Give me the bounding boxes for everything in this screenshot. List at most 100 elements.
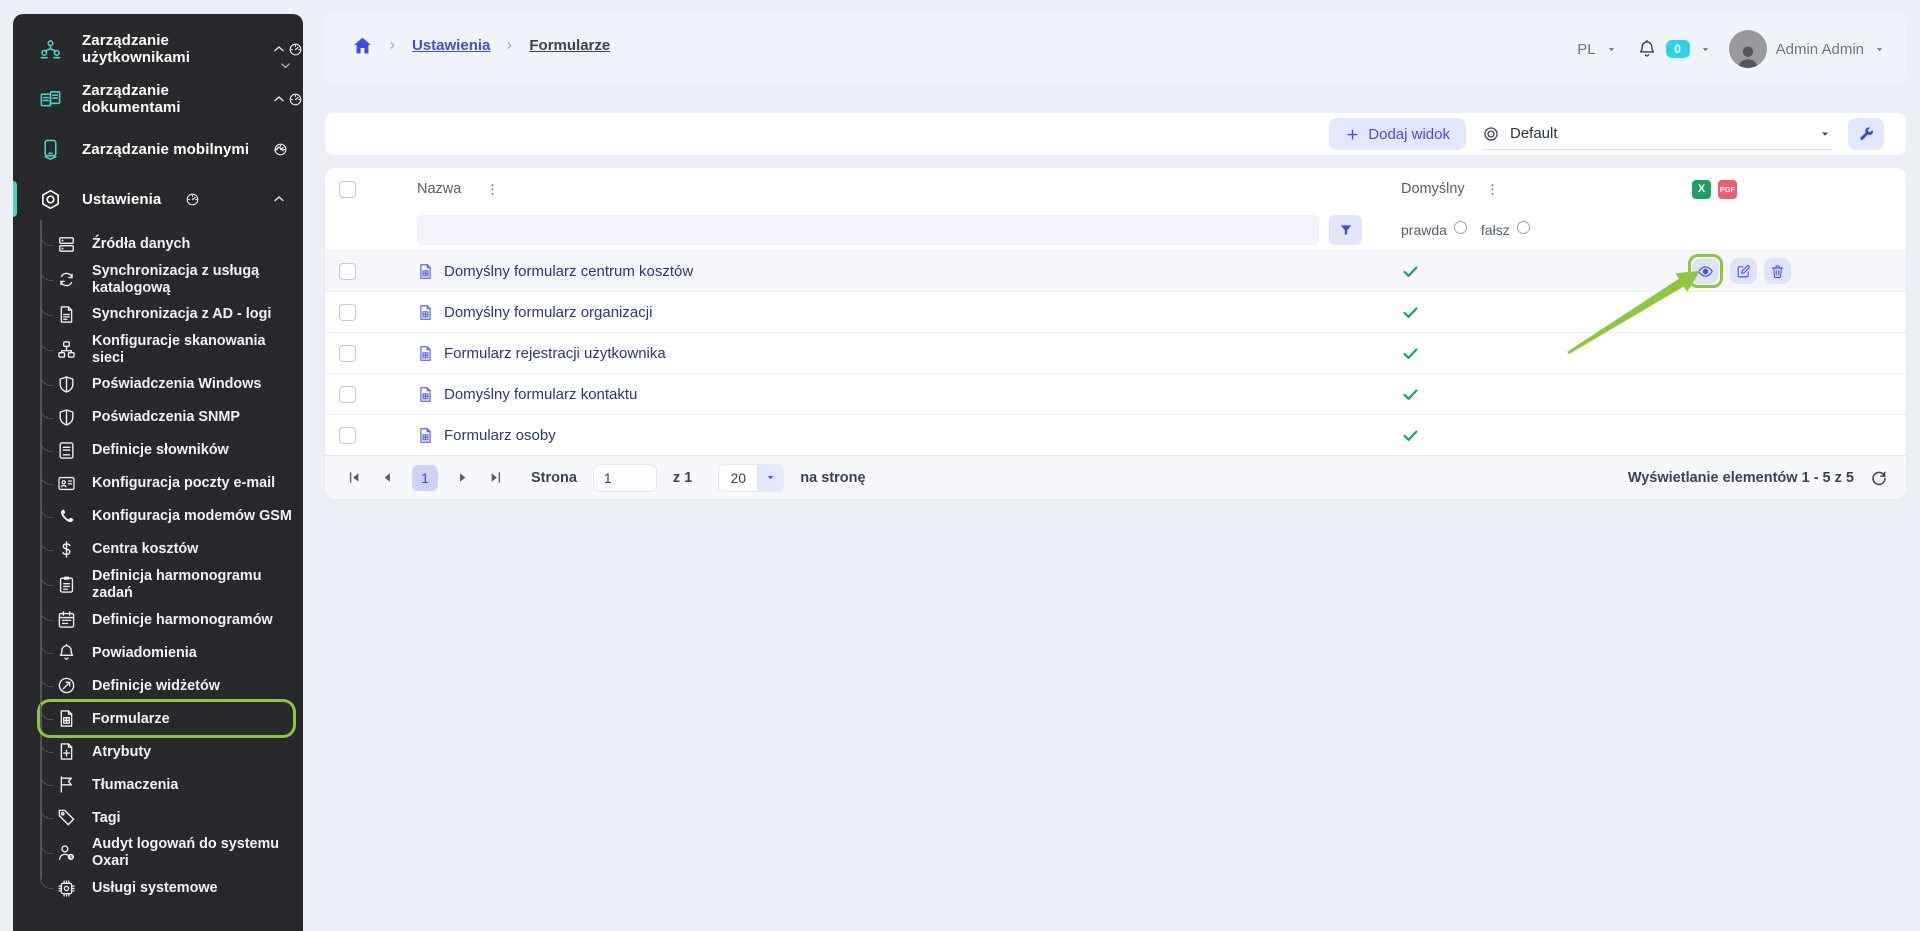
notification-count-badge[interactable]: 0	[1666, 40, 1690, 58]
row-checkbox[interactable]	[339, 304, 356, 321]
check-icon	[1401, 262, 1420, 281]
clipboard-icon	[57, 575, 76, 594]
filter-funnel-button[interactable]	[1329, 215, 1362, 245]
sidebar-item-phone[interactable]: Konfiguracja modemów GSM	[40, 500, 303, 533]
language-caret-icon[interactable]	[1605, 43, 1618, 56]
table-row[interactable]: Formularz rejestracji użytkownika	[325, 332, 1906, 373]
domyslny-column-menu-icon[interactable]	[1485, 182, 1500, 197]
form-name-link[interactable]: Domyślny formularz kontaktu	[444, 386, 637, 403]
breadcrumb-formularze[interactable]: Formularze	[529, 37, 610, 54]
sidebar-item-label: Definicje harmonogramów	[92, 612, 273, 629]
breadcrumb-separator-icon	[504, 40, 515, 51]
first-page-icon[interactable]	[346, 469, 363, 486]
edit-button[interactable]	[1730, 258, 1757, 284]
form-icon	[57, 709, 76, 728]
gauge-icon	[288, 92, 303, 107]
row-checkbox[interactable]	[339, 263, 356, 280]
table-row[interactable]: Formularz osoby	[325, 414, 1906, 455]
sidebar-item-attribute[interactable]: Atrybuty	[40, 735, 303, 768]
view-icon	[1482, 125, 1500, 143]
sidebar-item-doc[interactable]: Synchronizacja z AD - logi	[40, 298, 303, 331]
column-header-domyslny[interactable]: Domyślny	[1401, 181, 1465, 197]
page-size-select[interactable]: 20	[718, 464, 784, 492]
sidebar-item-network[interactable]: Konfiguracje skanowania sieci	[40, 331, 303, 368]
sidebar: Zarządzanie użytkownikami Zarządzanie do…	[13, 14, 303, 931]
form-icon	[417, 386, 434, 403]
grid-settings-button[interactable]	[1848, 118, 1884, 150]
select-all-checkbox[interactable]	[339, 181, 356, 198]
form-icon	[417, 345, 434, 362]
sidebar-item-label: Definicje widżetów	[92, 678, 220, 695]
sidebar-section-label: Zarządzanie dokumentami	[82, 82, 264, 116]
table-row[interactable]: Domyślny formularz organizacji	[325, 291, 1906, 332]
form-name-link[interactable]: Domyślny formularz centrum kosztów	[444, 263, 693, 280]
name-filter-input[interactable]	[417, 215, 1319, 245]
language-selector[interactable]: PL	[1577, 41, 1595, 58]
sidebar-item-contact-card[interactable]: Konfiguracja poczty e-mail	[40, 467, 303, 500]
page-label: Strona	[531, 470, 577, 486]
current-page-button[interactable]: 1	[412, 465, 438, 491]
refresh-icon[interactable]	[1870, 469, 1888, 487]
notifications-bell-icon[interactable]	[1637, 39, 1657, 59]
filter-true-radio[interactable]	[1454, 221, 1467, 234]
delete-button[interactable]	[1764, 258, 1791, 284]
form-name-link[interactable]: Domyślny formularz organizacji	[444, 304, 652, 321]
column-header-nazwa[interactable]: Nazwa	[417, 181, 461, 197]
sidebar-item-form[interactable]: Formularze	[40, 702, 293, 735]
sidebar-item-widget[interactable]: Definicje widżetów	[40, 669, 303, 702]
view-selector[interactable]: Default	[1482, 118, 1832, 150]
form-icon	[417, 304, 434, 321]
sidebar-item-chip[interactable]: Usługi systemowe	[40, 872, 303, 905]
row-checkbox[interactable]	[339, 427, 356, 444]
view-button[interactable]	[1692, 258, 1719, 284]
sidebar-item-shield[interactable]: Poświadczenia SNMP	[40, 401, 303, 434]
previous-page-icon[interactable]	[379, 469, 396, 486]
sidebar-item-label: Powiadomienia	[92, 645, 197, 662]
sidebar-item-database[interactable]: Źródła danych	[40, 228, 303, 261]
chevron-up-icon	[271, 141, 287, 157]
row-checkbox[interactable]	[339, 386, 356, 403]
home-icon[interactable]	[352, 35, 373, 56]
last-page-icon[interactable]	[487, 469, 504, 486]
table-row[interactable]: Domyślny formularz centrum kosztów	[325, 250, 1906, 291]
sidebar-item-calendar[interactable]: Definicje harmonogramów	[40, 603, 303, 636]
sidebar-item-user-audit[interactable]: Audyt logowań do systemu Oxari	[40, 834, 303, 871]
sidebar-item-flag[interactable]: Tłumaczenia	[40, 768, 303, 801]
sidebar-item-label: Konfiguracja modemów GSM	[92, 508, 292, 525]
sidebar-item-clipboard[interactable]: Definicja harmonogramu zadań	[40, 566, 303, 603]
avatar[interactable]	[1729, 30, 1767, 68]
form-name-link[interactable]: Formularz osoby	[444, 427, 556, 444]
users-icon	[39, 38, 62, 61]
filter-false-radio[interactable]	[1517, 221, 1530, 234]
sidebar-item-label: Konfiguracje skanowania sieci	[92, 333, 293, 366]
excel-export-icon[interactable]: X	[1692, 180, 1711, 199]
sidebar-item-sync[interactable]: Synchronizacja z usługą katalogową	[40, 261, 303, 298]
sidebar-section-mobile[interactable]: Zarządzanie mobilnymi	[13, 124, 303, 174]
sidebar-section-documents[interactable]: Zarządzanie dokumentami	[13, 74, 303, 124]
next-page-icon[interactable]	[454, 469, 471, 486]
sidebar-section-settings[interactable]: Ustawienia	[13, 174, 303, 224]
sidebar-item-tag[interactable]: Tagi	[40, 801, 303, 834]
table-filter-row: prawda fałsz	[325, 210, 1906, 250]
page-number-input[interactable]	[593, 464, 657, 492]
filter-true-label: prawda	[1401, 222, 1447, 238]
notifications-caret-icon[interactable]	[1699, 43, 1712, 56]
sidebar-sections: Zarządzanie użytkownikami Zarządzanie do…	[13, 24, 303, 224]
sidebar-section-users[interactable]: Zarządzanie użytkownikami	[13, 24, 303, 74]
sidebar-item-book[interactable]: Definicje słowników	[40, 434, 303, 467]
sidebar-item-shield[interactable]: Poświadczenia Windows	[40, 368, 303, 401]
pdf-export-icon[interactable]: PDF	[1718, 180, 1737, 199]
add-view-button[interactable]: Dodaj widok	[1329, 118, 1466, 150]
table-row[interactable]: Domyślny formularz kontaktu	[325, 373, 1906, 414]
form-name-link[interactable]: Formularz rejestracji użytkownika	[444, 345, 666, 362]
sidebar-item-dollar[interactable]: Centra kosztów	[40, 533, 303, 566]
user-name[interactable]: Admin Admin	[1776, 41, 1864, 58]
sidebar-item-bell[interactable]: Powiadomienia	[40, 636, 303, 669]
user-menu-caret-icon[interactable]	[1873, 43, 1886, 56]
book-icon	[57, 441, 76, 460]
row-checkbox[interactable]	[339, 345, 356, 362]
attribute-icon	[57, 742, 76, 761]
phone-icon	[57, 507, 76, 526]
breadcrumb-ustawienia[interactable]: Ustawienia	[412, 37, 490, 54]
nazwa-column-menu-icon[interactable]	[485, 182, 500, 197]
